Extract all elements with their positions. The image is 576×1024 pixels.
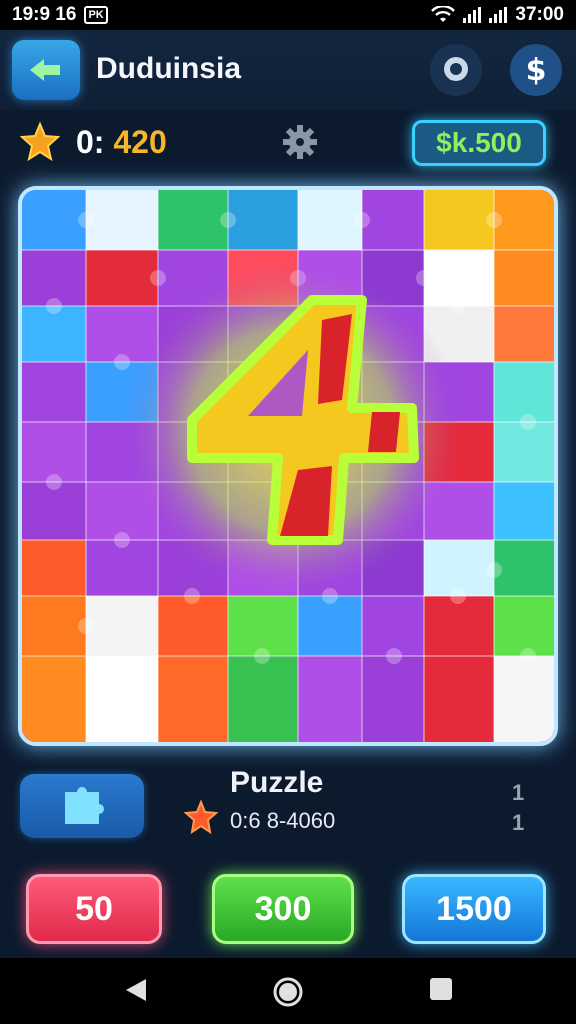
back-triangle-icon[interactable] — [122, 976, 150, 1004]
gear-icon[interactable] — [282, 124, 318, 160]
signal-icon — [463, 7, 482, 23]
puzzle-board[interactable]: 4 — [18, 186, 558, 746]
puzzle-grid: 4 — [22, 190, 554, 742]
buy-1500-button[interactable]: 1500 — [402, 874, 546, 944]
currency-button[interactable]: $ — [510, 44, 562, 96]
wifi-icon — [431, 6, 456, 22]
app-title: Duduinsia — [96, 52, 242, 85]
score-prefix: 0: — [76, 124, 105, 160]
status-bar: 19:9 16 PK 37:00 — [0, 0, 576, 30]
puzzle-piece-icon — [65, 787, 104, 824]
side-counter-bottom: 1 — [512, 810, 525, 835]
puzzle-meta: 0:6 8-4060 — [230, 808, 336, 833]
buy-300-button[interactable]: 300 — [212, 874, 354, 944]
dollar-icon: $ — [525, 52, 547, 88]
buy-50-button[interactable]: 50 — [26, 874, 162, 944]
puzzle-title: Puzzle — [230, 766, 324, 799]
cash-badge[interactable]: $k.500 — [412, 120, 546, 166]
chat-button[interactable] — [430, 44, 482, 96]
status-clock: 37:00 — [515, 4, 564, 25]
signal-icon — [489, 7, 508, 23]
status-time: 19:9 16 — [12, 4, 77, 25]
side-counter-top: 1 — [512, 780, 525, 805]
score-display: 0: 420 — [76, 124, 167, 161]
home-circle-icon[interactable] — [272, 976, 304, 1008]
star-icon — [20, 122, 60, 162]
system-nav-bar — [0, 958, 576, 1024]
chat-bubble-icon — [444, 57, 468, 81]
star-icon — [184, 800, 218, 834]
recents-square-icon[interactable] — [428, 976, 454, 1002]
back-button[interactable] — [12, 40, 80, 100]
notification-icon: PK — [84, 6, 108, 24]
score-value: 420 — [113, 124, 167, 160]
back-arrow-icon — [30, 59, 60, 81]
piece-tray-button[interactable] — [20, 774, 144, 838]
app-header: Duduinsia $ — [0, 30, 576, 110]
score-row: 0: 420 $k.500 — [0, 110, 576, 178]
